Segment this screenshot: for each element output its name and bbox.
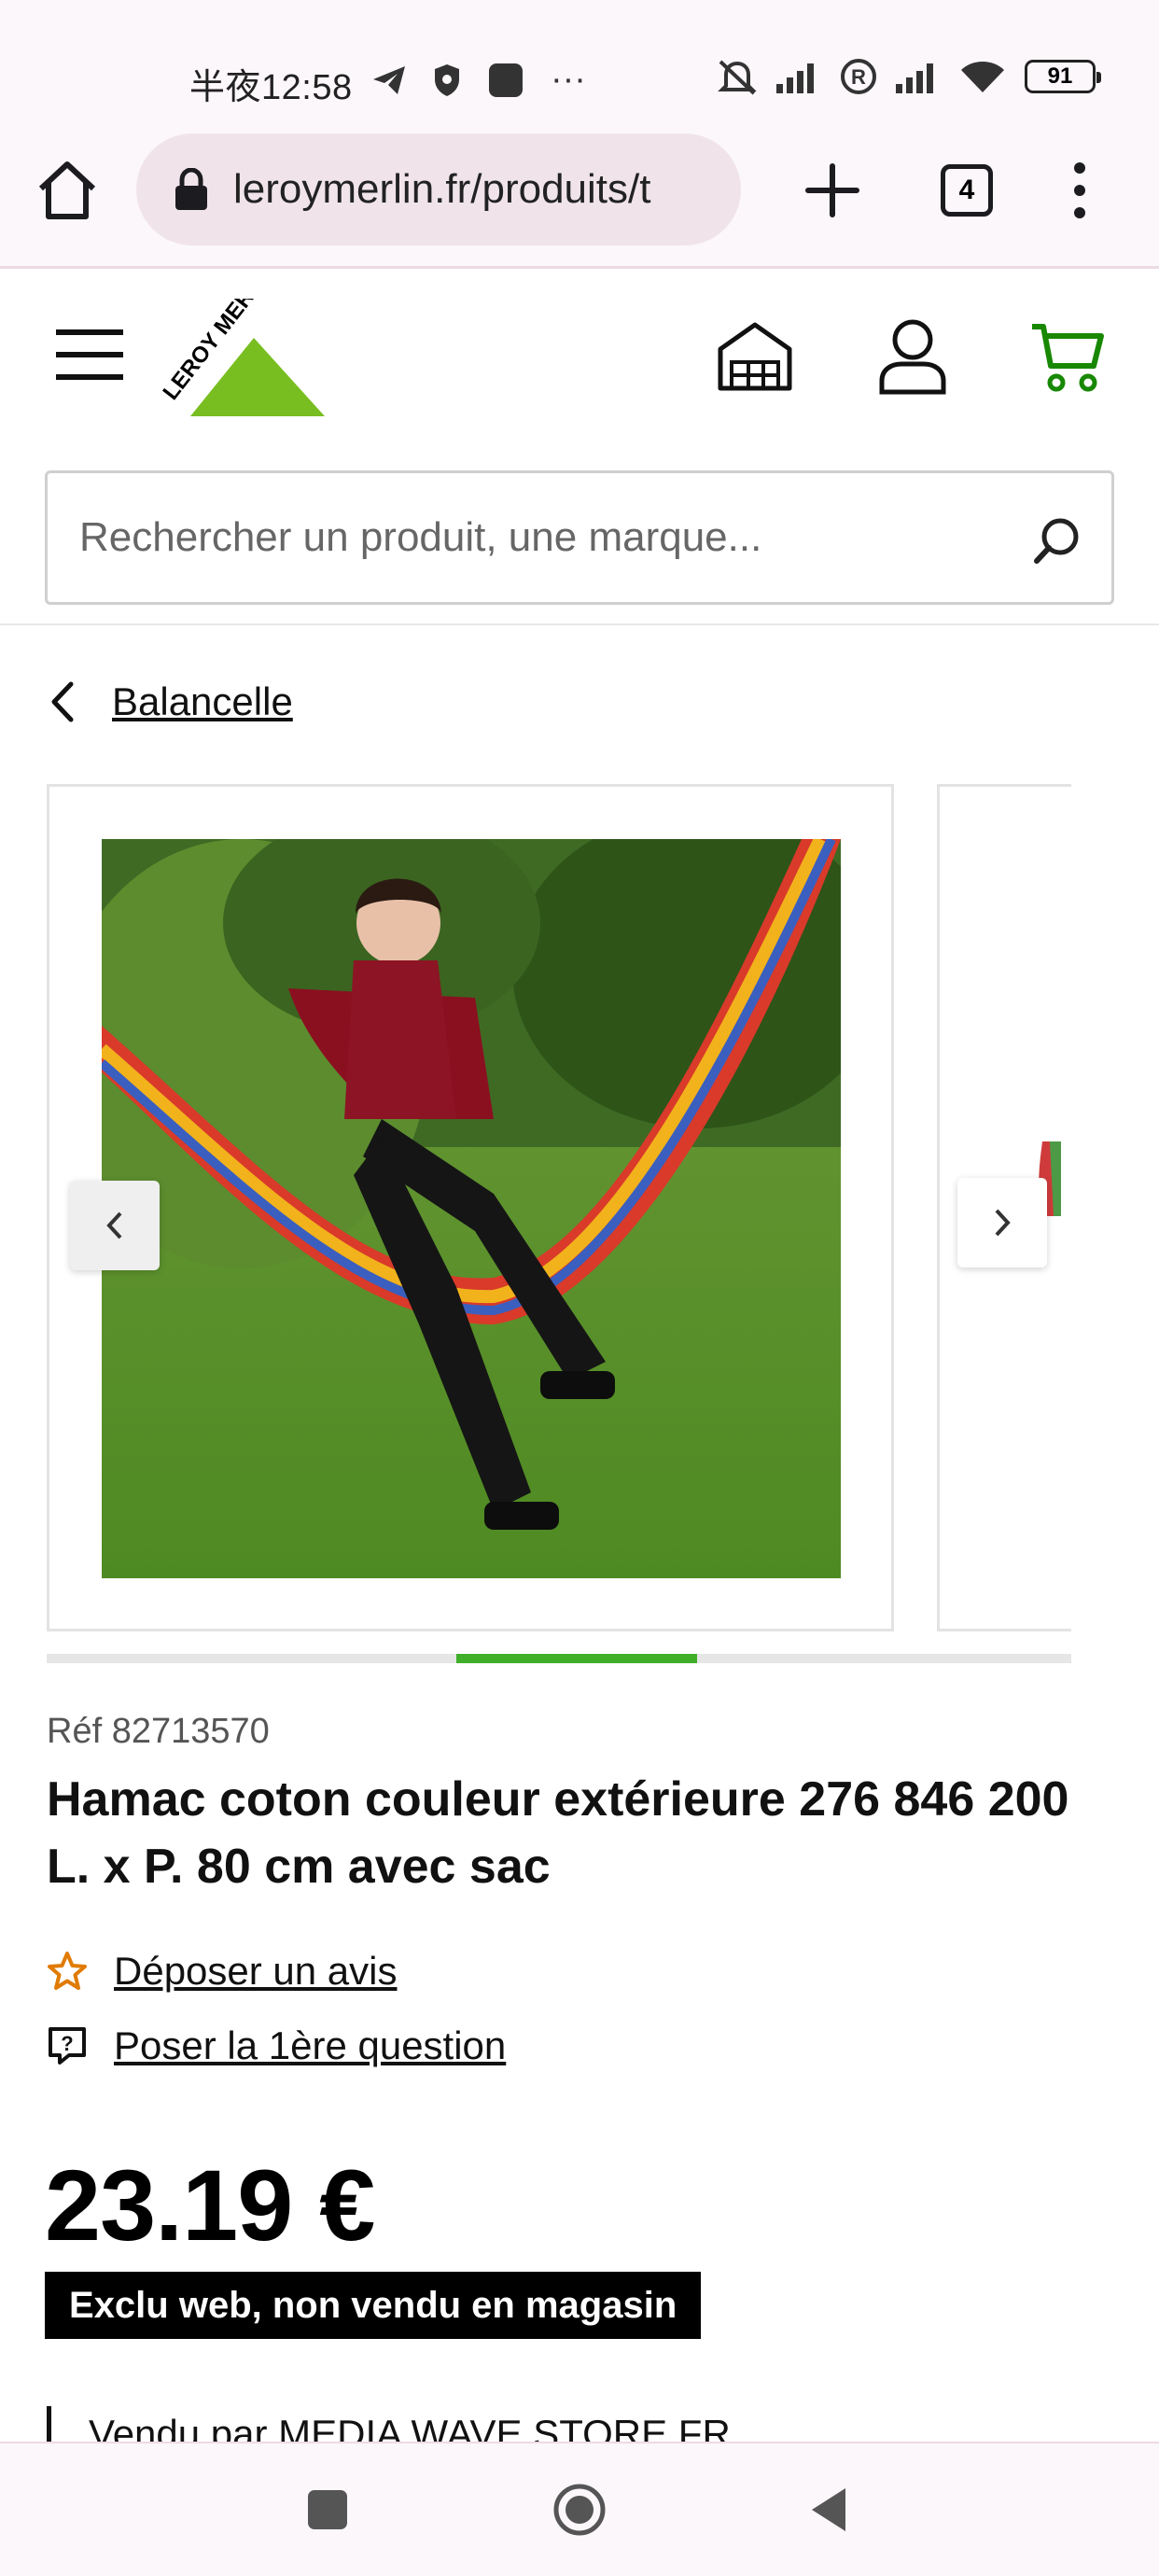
app-notification-icon [489,63,523,97]
question-bubble-icon: ? [49,2027,86,2065]
status-time: 半夜12:58 [189,68,353,107]
carousel-prev-button[interactable] [70,1181,160,1270]
tab-switcher-button[interactable]: 4 [941,164,993,217]
product-image-hammock[interactable] [102,839,841,1578]
leroy-merlin-logo[interactable]: LEROY MERLIN [161,299,347,420]
lock-icon [175,168,207,210]
product-price: 23.19 € [45,2149,375,2261]
question-action: ? Poser la 1ère question [47,2023,506,2068]
roaming-icon: R [841,59,876,94]
store-icon[interactable] [717,321,793,392]
home-circle-icon[interactable] [552,2483,607,2537]
url-text: leroymerlin.fr/produits/t [233,166,651,212]
home-icon[interactable] [35,159,99,222]
back-triangle-icon[interactable] [808,2485,849,2535]
new-tab-icon[interactable] [803,161,862,220]
address-bar[interactable]: leroymerlin.fr/produits/t [136,133,741,245]
cart-icon[interactable] [1030,321,1105,394]
chevron-left-icon[interactable] [47,680,77,723]
chevron-left-icon [106,1211,122,1239]
mute-icon [718,60,757,95]
carousel-progress-track [47,1654,1071,1663]
star-icon [48,1952,87,1990]
browser-toolbar: leroymerlin.fr/produits/t 4 [0,131,1159,269]
status-notification-icons: ··· [371,60,586,100]
hamburger-menu-icon[interactable] [54,327,125,383]
battery-icon: 91 [1025,60,1101,93]
product-image-carousel[interactable] [47,784,1071,1633]
leave-review-link[interactable]: Déposer un avis [114,1949,398,1994]
telegram-icon [373,65,405,94]
svg-text:?: ? [61,2032,73,2055]
more-options-icon[interactable] [1064,161,1096,220]
carousel-next-button[interactable] [957,1178,1047,1267]
system-navigation-bar [0,2442,1159,2576]
web-exclusive-badge: Exclu web, non vendu en magasin [45,2272,702,2339]
product-reference: Réf 82713570 [47,1712,270,1751]
shield-icon [435,63,459,96]
seller-info: Vendu par MEDIA WAVE STORE FR [47,2406,731,2443]
status-bar: 半夜12:58 ··· R 91 [0,0,1159,131]
review-action: Déposer un avis [47,1949,398,1994]
search-box [45,470,1114,605]
cell-signal-2-icon [896,63,933,93]
carousel-progress-indicator [456,1654,698,1663]
breadcrumb: Balancelle [47,679,293,724]
chevron-right-icon [995,1209,1011,1237]
search-input[interactable] [79,505,1012,570]
wifi-icon [961,62,1004,92]
carousel-slide-current[interactable] [47,784,894,1631]
ask-question-link[interactable]: Poser la 1ère question [114,2023,506,2068]
more-notifications-indicator: ··· [551,60,586,99]
svg-text:R: R [851,65,866,89]
cell-signal-icon [776,63,814,93]
account-icon[interactable] [877,317,948,396]
search-icon[interactable] [1033,516,1082,565]
status-system-icons: R 91 [717,58,1101,95]
product-title: Hamac coton couleur extérieure 276 846 2… [47,1772,1069,1894]
site-header: LEROY MERLIN [0,271,1159,625]
breadcrumb-link-balancelle[interactable]: Balancelle [112,679,293,724]
recent-apps-button[interactable] [308,2490,347,2529]
